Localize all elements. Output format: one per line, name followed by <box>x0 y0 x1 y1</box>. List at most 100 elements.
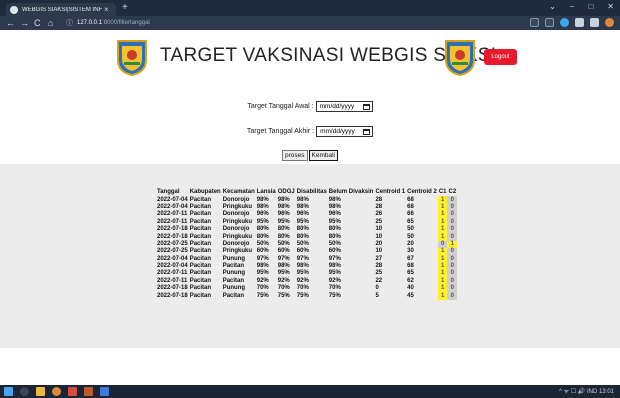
table-cell: 0 <box>447 285 458 293</box>
page-header: TARGET VAKSINASI WEBGIS SIAKSI Logout <box>0 38 620 82</box>
calendar-icon[interactable] <box>362 103 370 110</box>
table-cell: 60% <box>277 248 290 255</box>
table-cell: 2022-07-11 <box>157 211 188 218</box>
system-tray[interactable]: ^ ᯤ ☐ 🔊 IND 13:01 <box>559 387 614 395</box>
app-icon[interactable] <box>84 387 93 396</box>
start-date-input[interactable]: mm/dd/yyyy <box>315 101 373 112</box>
table-cell: 98% <box>328 196 341 203</box>
share-icon[interactable] <box>530 18 539 27</box>
table-cell: Donorojo <box>222 226 250 233</box>
table-row: 2022-07-11 Pacitan Pacitan 92% 92% 92% 92% 22 62… <box>156 277 458 286</box>
file-explorer-icon[interactable] <box>36 387 45 396</box>
table-cell: 0 <box>447 262 458 271</box>
sidebar-icon[interactable] <box>590 18 599 27</box>
table-cell: 60% <box>296 248 309 255</box>
column-header: Disabilitas <box>296 189 327 196</box>
table-cell: 0 <box>447 211 458 219</box>
table-cell: 1 <box>437 270 448 278</box>
table-cell: 95% <box>277 218 290 225</box>
table-cell: 96% <box>296 211 309 218</box>
east-java-emblem-icon <box>117 40 147 76</box>
minimize-button[interactable]: − <box>570 2 575 11</box>
close-tab-icon[interactable]: × <box>104 5 109 14</box>
table-cell: Pacitan <box>189 255 212 262</box>
info-icon[interactable]: ⓘ <box>66 18 73 28</box>
end-date-placeholder: mm/dd/yyyy <box>320 128 355 135</box>
end-date-input[interactable]: mm/dd/yyyy <box>316 126 374 137</box>
browser-tab[interactable]: WEBGIS SIAKSI|SISTEM INFORM × <box>6 3 116 16</box>
table-row: 2022-07-11 Pacitan Punung 95% 95% 95% 95% 25 65 1… <box>156 270 458 278</box>
table-cell: 28 <box>375 263 383 270</box>
back-button[interactable]: ← <box>6 17 15 29</box>
maximize-button[interactable]: □ <box>588 2 593 11</box>
url-host: 127.0.0.1 <box>77 20 103 26</box>
table-row: 2022-07-25 Pacitan Pringkuku 60% 60% 60% 60% 10… <box>156 248 458 256</box>
table-cell: 80% <box>256 233 269 240</box>
table-cell: 70% <box>296 285 309 292</box>
table-cell: 96% <box>256 211 269 218</box>
table-cell: 66 <box>407 211 414 218</box>
reload-button[interactable]: C <box>34 17 41 29</box>
table-cell: 97% <box>256 255 269 262</box>
profile-avatar-icon[interactable] <box>605 18 614 27</box>
address-bar: ← → C ⌂ ⓘ 127.0.0.1 :8000/filtertanggal <box>0 16 620 30</box>
table-cell: Pringkuku <box>222 218 253 225</box>
back-button[interactable]: Kembali <box>308 150 338 161</box>
close-window-button[interactable]: ✕ <box>607 2 614 11</box>
column-header: Kabupaten <box>189 189 221 196</box>
taskbar-icons <box>4 387 109 396</box>
table-cell: 5 <box>375 292 379 299</box>
table-row: 2022-07-11 Pacitan Donorojo 96% 96% 96% 96% 26 6… <box>156 211 458 219</box>
table-cell: Punung <box>222 255 246 262</box>
chevron-down-icon[interactable]: ⌄ <box>549 2 556 11</box>
table-cell: 70% <box>277 285 290 292</box>
browser-icon[interactable] <box>52 387 61 396</box>
table-cell: 2022-07-25 <box>157 240 188 247</box>
logout-button[interactable]: Logout <box>484 49 517 65</box>
process-button[interactable]: proses <box>282 150 308 161</box>
table-cell: 0 <box>447 248 458 256</box>
table-cell: 2022-07-04 <box>157 196 188 203</box>
table-cell: 95% <box>296 270 309 277</box>
table-cell: 1 <box>437 255 448 263</box>
east-java-emblem-icon <box>445 40 475 76</box>
calendar-icon[interactable] <box>363 128 371 135</box>
url-field[interactable]: ⓘ 127.0.0.1 :8000/filtertanggal <box>66 18 150 28</box>
search-icon[interactable] <box>20 387 29 396</box>
table-cell: 22 <box>375 277 383 284</box>
table-cell: Pacitan <box>222 263 245 270</box>
table-cell: Pacitan <box>222 277 245 284</box>
table-cell: 28 <box>375 196 383 203</box>
table-cell: Pacitan <box>189 277 212 284</box>
code-editor-icon[interactable] <box>100 387 109 396</box>
app-icon[interactable] <box>68 387 77 396</box>
table-cell: 0 <box>447 270 458 278</box>
star-icon[interactable] <box>545 18 554 27</box>
table-cell: 0 <box>447 203 458 212</box>
table-cell: 2022-07-11 <box>157 277 188 284</box>
extension-icon[interactable] <box>560 18 569 27</box>
table-cell: Pacitan <box>189 248 212 255</box>
table-row: 2022-07-04 Pacitan Donorojo 98% 98% 98% 98% 28 6… <box>156 196 458 204</box>
table-cell: 2022-07-11 <box>157 270 188 277</box>
table-cell: 70% <box>328 285 341 292</box>
windows-start-icon[interactable] <box>4 387 13 396</box>
table-cell: 25 <box>375 218 383 225</box>
table-cell: 98% <box>256 196 269 203</box>
table-cell: 2022-07-25 <box>157 248 188 255</box>
table-cell: 1 <box>437 196 448 204</box>
table-cell: 98% <box>256 203 269 210</box>
form-buttons: proses Kembali <box>0 150 620 161</box>
table-cell: 98% <box>277 196 290 203</box>
table-cell: 26 <box>375 211 383 218</box>
forward-button[interactable]: → <box>20 17 29 29</box>
start-date-row: Target Tanggal Awal : mm/dd/yyyy <box>0 101 620 112</box>
table-cell: 80% <box>256 226 269 233</box>
home-button[interactable]: ⌂ <box>48 17 53 29</box>
table-cell: Pringkuku <box>222 248 253 255</box>
column-header: Tanggal <box>157 189 180 196</box>
table-cell: 95% <box>296 218 309 225</box>
table-cell: 45 <box>407 292 414 299</box>
puzzle-icon[interactable] <box>575 18 584 27</box>
new-tab-button[interactable]: + <box>122 3 128 13</box>
